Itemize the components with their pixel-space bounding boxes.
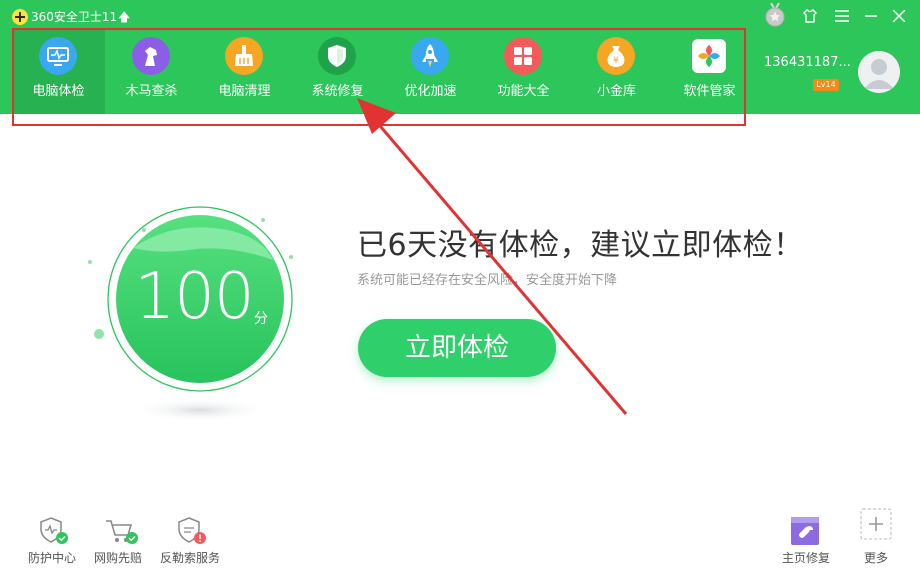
level-badge: Lv14 <box>813 79 839 91</box>
cart-check-icon <box>106 520 138 544</box>
wrench-icon <box>791 517 819 545</box>
homepage-repair-button[interactable]: 主页修复 <box>770 512 842 572</box>
shopping-compensation-button[interactable]: 网购先赔 <box>82 512 154 572</box>
avatar[interactable] <box>858 51 900 93</box>
app-title: 360安全卫士11 <box>31 10 118 24</box>
app-logo-icon <box>12 9 28 25</box>
headline: 已6天没有体检，建议立即体检！ <box>357 228 804 263</box>
skin-icon[interactable] <box>798 4 822 31</box>
shield-alert-icon <box>178 517 206 544</box>
tool-label: 更多 <box>863 551 888 565</box>
protection-center-button[interactable]: 防护中心 <box>16 512 88 572</box>
score-unit: 分 <box>254 311 268 327</box>
user-name[interactable]: 136431187... <box>764 55 851 70</box>
tool-label: 主页修复 <box>781 551 830 565</box>
tool-label: 网购先赔 <box>93 551 142 565</box>
subline: 系统可能已经存在安全风险，安全度开始下降 <box>357 273 618 288</box>
upgrade-arrow-icon[interactable]: 🡅 <box>118 8 130 29</box>
user-avatar-icon <box>858 51 900 93</box>
plus-icon <box>860 508 892 540</box>
shield-check-icon <box>40 517 68 544</box>
check-now-button[interactable]: 立即体检 <box>358 319 556 377</box>
anti-ransomware-button[interactable]: 反勒索服务 <box>154 512 226 572</box>
tool-label: 防护中心 <box>27 551 76 565</box>
score-gauge: 100 分 <box>78 200 308 430</box>
medal-icon[interactable] <box>764 3 786 27</box>
menu-icon[interactable] <box>830 4 854 29</box>
minimize-icon[interactable] <box>859 4 883 29</box>
close-icon[interactable] <box>887 4 911 29</box>
annotation-box <box>12 28 746 126</box>
tool-label: 反勒索服务 <box>159 551 220 565</box>
more-button[interactable]: 更多 <box>840 508 912 572</box>
score-value: 100 <box>134 260 254 334</box>
